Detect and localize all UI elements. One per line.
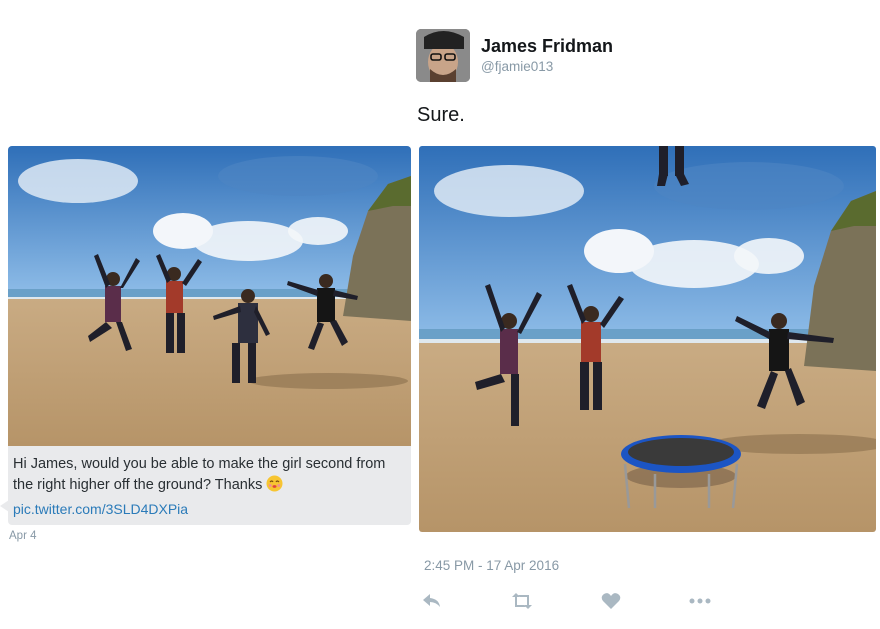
kiss-face-emoji-icon (266, 475, 283, 499)
tweet-text: Sure. (417, 104, 465, 126)
bubble-tail (0, 500, 9, 512)
request-text: Hi James, would you be able to make the … (13, 454, 409, 519)
request-message: Hi James, would you be able to make the … (13, 456, 386, 493)
author-name[interactable]: James Fridman (481, 36, 613, 57)
retweet-button[interactable] (510, 590, 534, 612)
request-card: Hi James, would you be able to make the … (8, 146, 411, 525)
retweet-icon (512, 593, 532, 609)
reply-button[interactable] (421, 590, 443, 612)
tweet-timestamp[interactable]: 2:45 PM - 17 Apr 2016 (424, 558, 559, 573)
request-date: Apr 4 (9, 530, 37, 542)
heart-icon (601, 593, 621, 609)
request-photo-link[interactable]: pic.twitter.com/3SLD4DXPia (13, 499, 409, 519)
author-handle[interactable]: @fjamie013 (481, 59, 553, 74)
response-photo[interactable] (419, 146, 876, 532)
ellipsis-icon (689, 598, 711, 604)
avatar[interactable] (416, 29, 470, 82)
request-photo[interactable] (8, 146, 411, 446)
reply-arrow-icon (423, 594, 440, 607)
like-button[interactable] (601, 590, 621, 612)
more-button[interactable] (689, 590, 711, 612)
